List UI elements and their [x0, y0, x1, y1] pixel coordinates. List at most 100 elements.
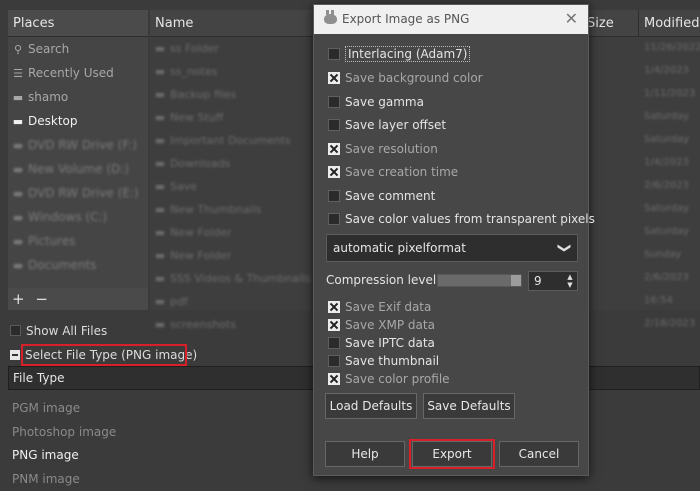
option-checkbox[interactable]: Save gamma [328, 92, 424, 112]
compression-value: 9 [534, 274, 542, 288]
load-defaults-button[interactable]: Load Defaults [325, 393, 417, 419]
file-name: ▬ Important Documents [154, 134, 291, 147]
place-item[interactable]: ▬ DVD RW Drive (F:) [8, 133, 148, 157]
folder-icon: ▬ [154, 42, 166, 55]
place-item[interactable]: ⚲ Search [8, 37, 148, 61]
folder-icon: ▬ [154, 295, 166, 308]
unchecked-box-icon[interactable] [328, 48, 340, 60]
file-name-text: Backup files [170, 88, 237, 101]
column-name[interactable]: Name [155, 16, 193, 31]
option-label: Save resolution [345, 142, 438, 156]
file-modified: 1/4/2023 [644, 157, 689, 168]
option-checkbox[interactable]: Save Exif data [328, 297, 431, 317]
file-type-item[interactable]: PNG image [12, 448, 79, 462]
show-all-files-checkbox[interactable]: Show All Files [10, 322, 107, 340]
option-label: Save Exif data [345, 300, 432, 314]
option-checkbox[interactable]: Save creation time [328, 162, 458, 182]
place-item[interactable]: ▬ Windows (C:) [8, 205, 148, 229]
option-checkbox[interactable]: Interlacing (Adam7) [328, 44, 471, 64]
folder-icon: ▬ [12, 115, 24, 128]
file-modified: Saturday [644, 134, 690, 145]
checked-box-icon[interactable] [328, 166, 340, 178]
place-item[interactable]: ☰ Recently Used [8, 61, 148, 85]
folder-icon: ▬ [154, 226, 166, 239]
place-item[interactable]: ▬ New Volume (D:) [8, 157, 148, 181]
show-all-files-box[interactable] [10, 325, 21, 336]
folder-icon: ▬ [154, 249, 166, 262]
file-name-text: New Folder [170, 226, 232, 239]
column-size[interactable]: Size [587, 10, 614, 37]
file-name-text: ss_notes [170, 65, 218, 78]
unchecked-box-icon[interactable] [328, 190, 340, 202]
pixelformat-select[interactable]: automatic pixelformat ❯ [326, 234, 578, 262]
place-item-label: Pictures [28, 234, 76, 248]
option-checkbox[interactable]: Save IPTC data [328, 333, 435, 353]
checked-box-icon[interactable] [328, 143, 340, 155]
places-list: ⚲ Search ☰ Recently Used ▬ shamo ▬ Desktop ▬ DVD … [8, 37, 148, 277]
file-name-text: New Stuff [170, 111, 224, 124]
folder-icon: ▬ [154, 88, 166, 101]
file-name: ▬ pdf [154, 295, 188, 308]
checked-box-icon[interactable] [328, 319, 340, 331]
clock-icon: ☰ [13, 67, 23, 80]
close-icon[interactable]: ✕ [565, 9, 578, 28]
compression-slider-handle[interactable] [511, 275, 521, 286]
file-name: ▬ Backup files [154, 88, 237, 101]
folder-icon: ▬ [154, 318, 166, 331]
place-item[interactable]: ▬ shamo [8, 85, 148, 109]
place-item[interactable]: ▬ Documents [8, 253, 148, 277]
drive-icon: ▬ [12, 187, 24, 200]
save-defaults-button[interactable]: Save Defaults [423, 393, 515, 419]
folder-icon: ▬ [154, 272, 166, 285]
drive-icon: ▬ [12, 211, 24, 224]
option-checkbox[interactable]: Save color values from transparent pixel… [328, 209, 595, 229]
compression-slider-fill [438, 275, 521, 286]
option-checkbox[interactable]: Save resolution [328, 139, 438, 159]
cancel-button[interactable]: Cancel [499, 441, 579, 467]
spin-down-icon[interactable]: ▼ [565, 281, 575, 289]
option-checkbox[interactable]: Save thumbnail [328, 351, 439, 371]
unchecked-box-icon[interactable] [328, 119, 340, 131]
places-header: Places [8, 10, 148, 37]
add-bookmark-button[interactable]: + [12, 290, 25, 308]
remove-bookmark-button[interactable]: − [35, 290, 48, 308]
file-name: ▬ Downloads [154, 157, 231, 170]
file-name: ▬ New Stuff [154, 111, 224, 124]
unchecked-box-icon[interactable] [328, 337, 340, 349]
column-modified[interactable]: Modified [638, 10, 700, 37]
place-item[interactable]: ▬ DVD RW Drive (E:) [8, 181, 148, 205]
compression-spinbox[interactable]: 9 ▲ ▼ [528, 271, 578, 291]
file-name: ▬ ss Folder [154, 42, 219, 55]
place-item[interactable]: ▬ Pictures [8, 229, 148, 253]
compression-label: Compression level: [326, 273, 441, 287]
option-checkbox[interactable]: Save layer offset [328, 115, 446, 135]
option-checkbox[interactable]: Save XMP data [328, 315, 435, 335]
checked-box-icon[interactable] [328, 72, 340, 84]
checked-box-icon[interactable] [328, 373, 340, 385]
file-name-text: Downloads [170, 157, 231, 170]
collapse-icon[interactable] [10, 350, 20, 360]
compression-slider[interactable] [437, 274, 522, 287]
place-item[interactable]: ▬ Desktop [8, 109, 148, 133]
option-checkbox[interactable]: Save comment [328, 186, 435, 206]
unchecked-box-icon[interactable] [328, 213, 340, 225]
file-type-item[interactable]: Photoshop image [12, 425, 116, 439]
option-checkbox[interactable]: Save color profile [328, 369, 450, 389]
option-label: Save comment [345, 189, 436, 203]
file-name: ▬ New Folder [154, 249, 232, 262]
folder-icon: ▬ [12, 91, 24, 104]
file-name-text: screenshots [170, 318, 237, 331]
unchecked-box-icon[interactable] [328, 355, 340, 367]
file-modified: 2/18/2023 [644, 318, 696, 329]
drive-icon: ▬ [12, 163, 24, 176]
file-name-text: ss Folder [170, 42, 219, 55]
checked-box-icon[interactable] [328, 301, 340, 313]
help-button[interactable]: Help [325, 441, 405, 467]
file-type-item[interactable]: PNM image [12, 472, 80, 486]
spin-up-icon[interactable]: ▲ [565, 273, 575, 281]
option-label: Save thumbnail [345, 354, 440, 368]
file-name-text: SSS Videos & Thumbnails [170, 272, 311, 285]
unchecked-box-icon[interactable] [328, 96, 340, 108]
option-checkbox[interactable]: Save background color [328, 68, 483, 88]
file-type-item[interactable]: PGM image [12, 401, 80, 415]
